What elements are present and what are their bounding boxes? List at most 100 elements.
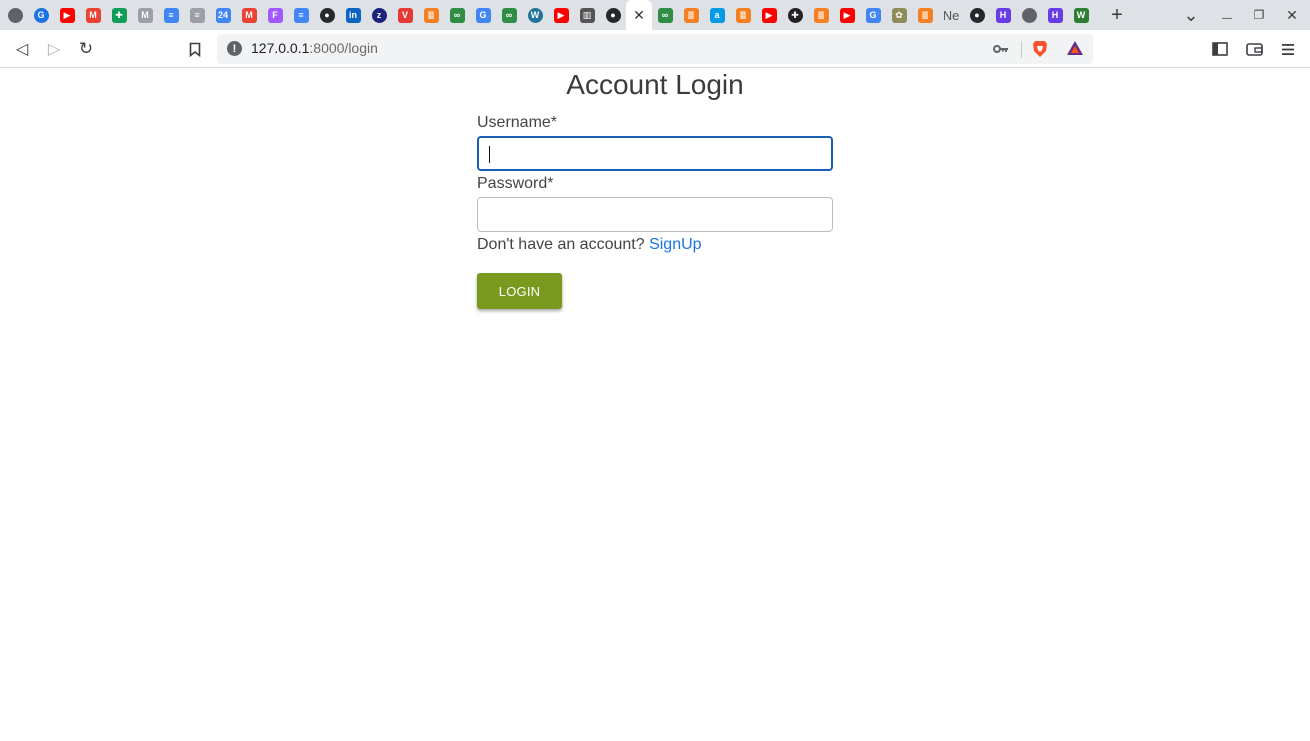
browser-tab[interactable]: ∞ xyxy=(496,0,522,30)
bookmark-button[interactable] xyxy=(183,37,207,61)
sidebar-button[interactable] xyxy=(1208,37,1232,61)
plant-icon: ✿ xyxy=(891,7,907,23)
browser-tab[interactable]: G xyxy=(860,0,886,30)
password-label: Password* xyxy=(477,175,554,192)
close-tab-icon[interactable]: ✕ xyxy=(633,7,645,24)
browser-tab[interactable]: G xyxy=(28,0,54,30)
back-button[interactable]: ◁ xyxy=(10,37,34,61)
gmail-icon: M xyxy=(241,7,257,23)
login-button[interactable]: LOGIN xyxy=(477,273,562,309)
browser-tab[interactable]: ≡ xyxy=(288,0,314,30)
browser-tab[interactable]: ✚ xyxy=(106,0,132,30)
browser-tab[interactable]: ▶ xyxy=(834,0,860,30)
browser-tab[interactable]: W xyxy=(522,0,548,30)
forward-arrow-icon: ▷ xyxy=(47,41,61,58)
app-blue-icon: z xyxy=(371,7,387,23)
password-key-button[interactable] xyxy=(993,41,1009,59)
back-arrow-icon: ◁ xyxy=(15,41,29,58)
reload-icon: ↻ xyxy=(78,39,94,58)
youtube-icon: ▶ xyxy=(839,7,855,23)
geeksforgeeks-icon: ∞ xyxy=(501,7,517,23)
restore-button[interactable]: ❐ xyxy=(1245,0,1273,30)
close-window-button[interactable]: ✕ xyxy=(1278,0,1306,30)
key-icon xyxy=(993,45,1008,53)
address-bar[interactable]: ! 127.0.0.1:8000/login xyxy=(217,34,1093,64)
url-path: :8000/login xyxy=(309,40,378,56)
signup-prompt: Don't have an account? SignUp xyxy=(477,236,702,254)
browser-tab[interactable]: V xyxy=(392,0,418,30)
browser-tab[interactable]: ≣ xyxy=(678,0,704,30)
browser-tab[interactable]: 24 xyxy=(210,0,236,30)
browser-tab[interactable]: ✚ xyxy=(782,0,808,30)
browser-tab[interactable]: z xyxy=(366,0,392,30)
geeksforgeeks-icon: ∞ xyxy=(449,7,465,23)
stackoverflow-icon: ≣ xyxy=(683,7,699,23)
menu-button[interactable] xyxy=(1276,37,1300,61)
brave-lion-icon xyxy=(1033,41,1047,57)
google-icon: G xyxy=(33,7,49,23)
minimize-button[interactable]: — xyxy=(1213,0,1241,30)
browser-tab[interactable]: ▶ xyxy=(756,0,782,30)
reload-button[interactable]: ↻ xyxy=(74,37,98,61)
browser-tab[interactable]: W xyxy=(1068,0,1094,30)
browser-tab[interactable]: ≣ xyxy=(730,0,756,30)
browser-tab[interactable] xyxy=(1016,0,1042,30)
hamburger-menu-icon xyxy=(1282,43,1294,55)
github-icon: ● xyxy=(319,7,335,23)
browser-tab[interactable]: F xyxy=(262,0,288,30)
browser-tab[interactable]: ● xyxy=(314,0,340,30)
stackoverflow-icon: ≣ xyxy=(917,7,933,23)
signup-link[interactable]: SignUp xyxy=(649,236,701,253)
browser-tab[interactable] xyxy=(2,0,28,30)
browser-tab[interactable]: ▶ xyxy=(54,0,80,30)
browser-tab[interactable]: ≣ xyxy=(418,0,444,30)
browser-tab[interactable]: Ne xyxy=(938,0,964,30)
browser-tab[interactable]: ▥ xyxy=(574,0,600,30)
linkedin-icon: in xyxy=(345,7,361,23)
browser-tab[interactable]: ≡ xyxy=(158,0,184,30)
browser-tab[interactable]: in xyxy=(340,0,366,30)
browser-tab[interactable]: ∞ xyxy=(444,0,470,30)
browser-tab[interactable]: ∞ xyxy=(652,0,678,30)
browser-tab[interactable]: ● xyxy=(600,0,626,30)
brave-rewards-triangle-icon xyxy=(1067,41,1083,55)
google-icon: G xyxy=(475,7,491,23)
browser-tab[interactable]: M xyxy=(132,0,158,30)
browser-tab[interactable]: ≣ xyxy=(808,0,834,30)
forward-button[interactable]: ▷ xyxy=(42,37,66,61)
signup-prompt-text: Don't have an account? xyxy=(477,236,645,253)
browser-tab[interactable]: ≡ xyxy=(184,0,210,30)
docs-icon: ≡ xyxy=(163,7,179,23)
wallet-button[interactable] xyxy=(1242,37,1266,61)
tab-search-button[interactable]: ⌄ xyxy=(1177,0,1205,30)
site-info-icon[interactable]: ! xyxy=(227,41,242,56)
browser-tab[interactable]: ▶ xyxy=(548,0,574,30)
username-label: Username* xyxy=(477,114,558,131)
docs-icon: ≡ xyxy=(293,7,309,23)
browser-tab[interactable]: G xyxy=(470,0,496,30)
browser-tab[interactable]: ≣ xyxy=(912,0,938,30)
browser-tab[interactable]: H xyxy=(1042,0,1068,30)
browser-tab[interactable]: a xyxy=(704,0,730,30)
brave-shields-button[interactable] xyxy=(1032,40,1048,63)
browser-tab[interactable]: H xyxy=(990,0,1016,30)
browser-tab[interactable]: M xyxy=(80,0,106,30)
brave-rewards-button[interactable] xyxy=(1066,40,1084,61)
app-cyan-icon: a xyxy=(709,7,725,23)
browser-tab[interactable]: ● xyxy=(964,0,990,30)
browser-tab[interactable]: ✿ xyxy=(886,0,912,30)
youtube-icon: ▶ xyxy=(59,7,75,23)
book-icon: ▥ xyxy=(579,7,595,23)
sidebar-icon xyxy=(1212,42,1228,56)
browser-tab[interactable]: M xyxy=(236,0,262,30)
gmail-icon: M xyxy=(85,7,101,23)
figma-icon: F xyxy=(267,7,283,23)
hostinger-icon: H xyxy=(1047,7,1063,23)
plus-icon: + xyxy=(1111,3,1123,26)
new-tab-button[interactable]: + xyxy=(1103,0,1131,30)
username-input[interactable] xyxy=(477,136,833,171)
password-input[interactable] xyxy=(477,197,833,232)
tab-active[interactable]: ✕ xyxy=(626,0,652,30)
page-title: Account Login xyxy=(566,69,744,100)
circle-app-icon: ✚ xyxy=(787,7,803,23)
